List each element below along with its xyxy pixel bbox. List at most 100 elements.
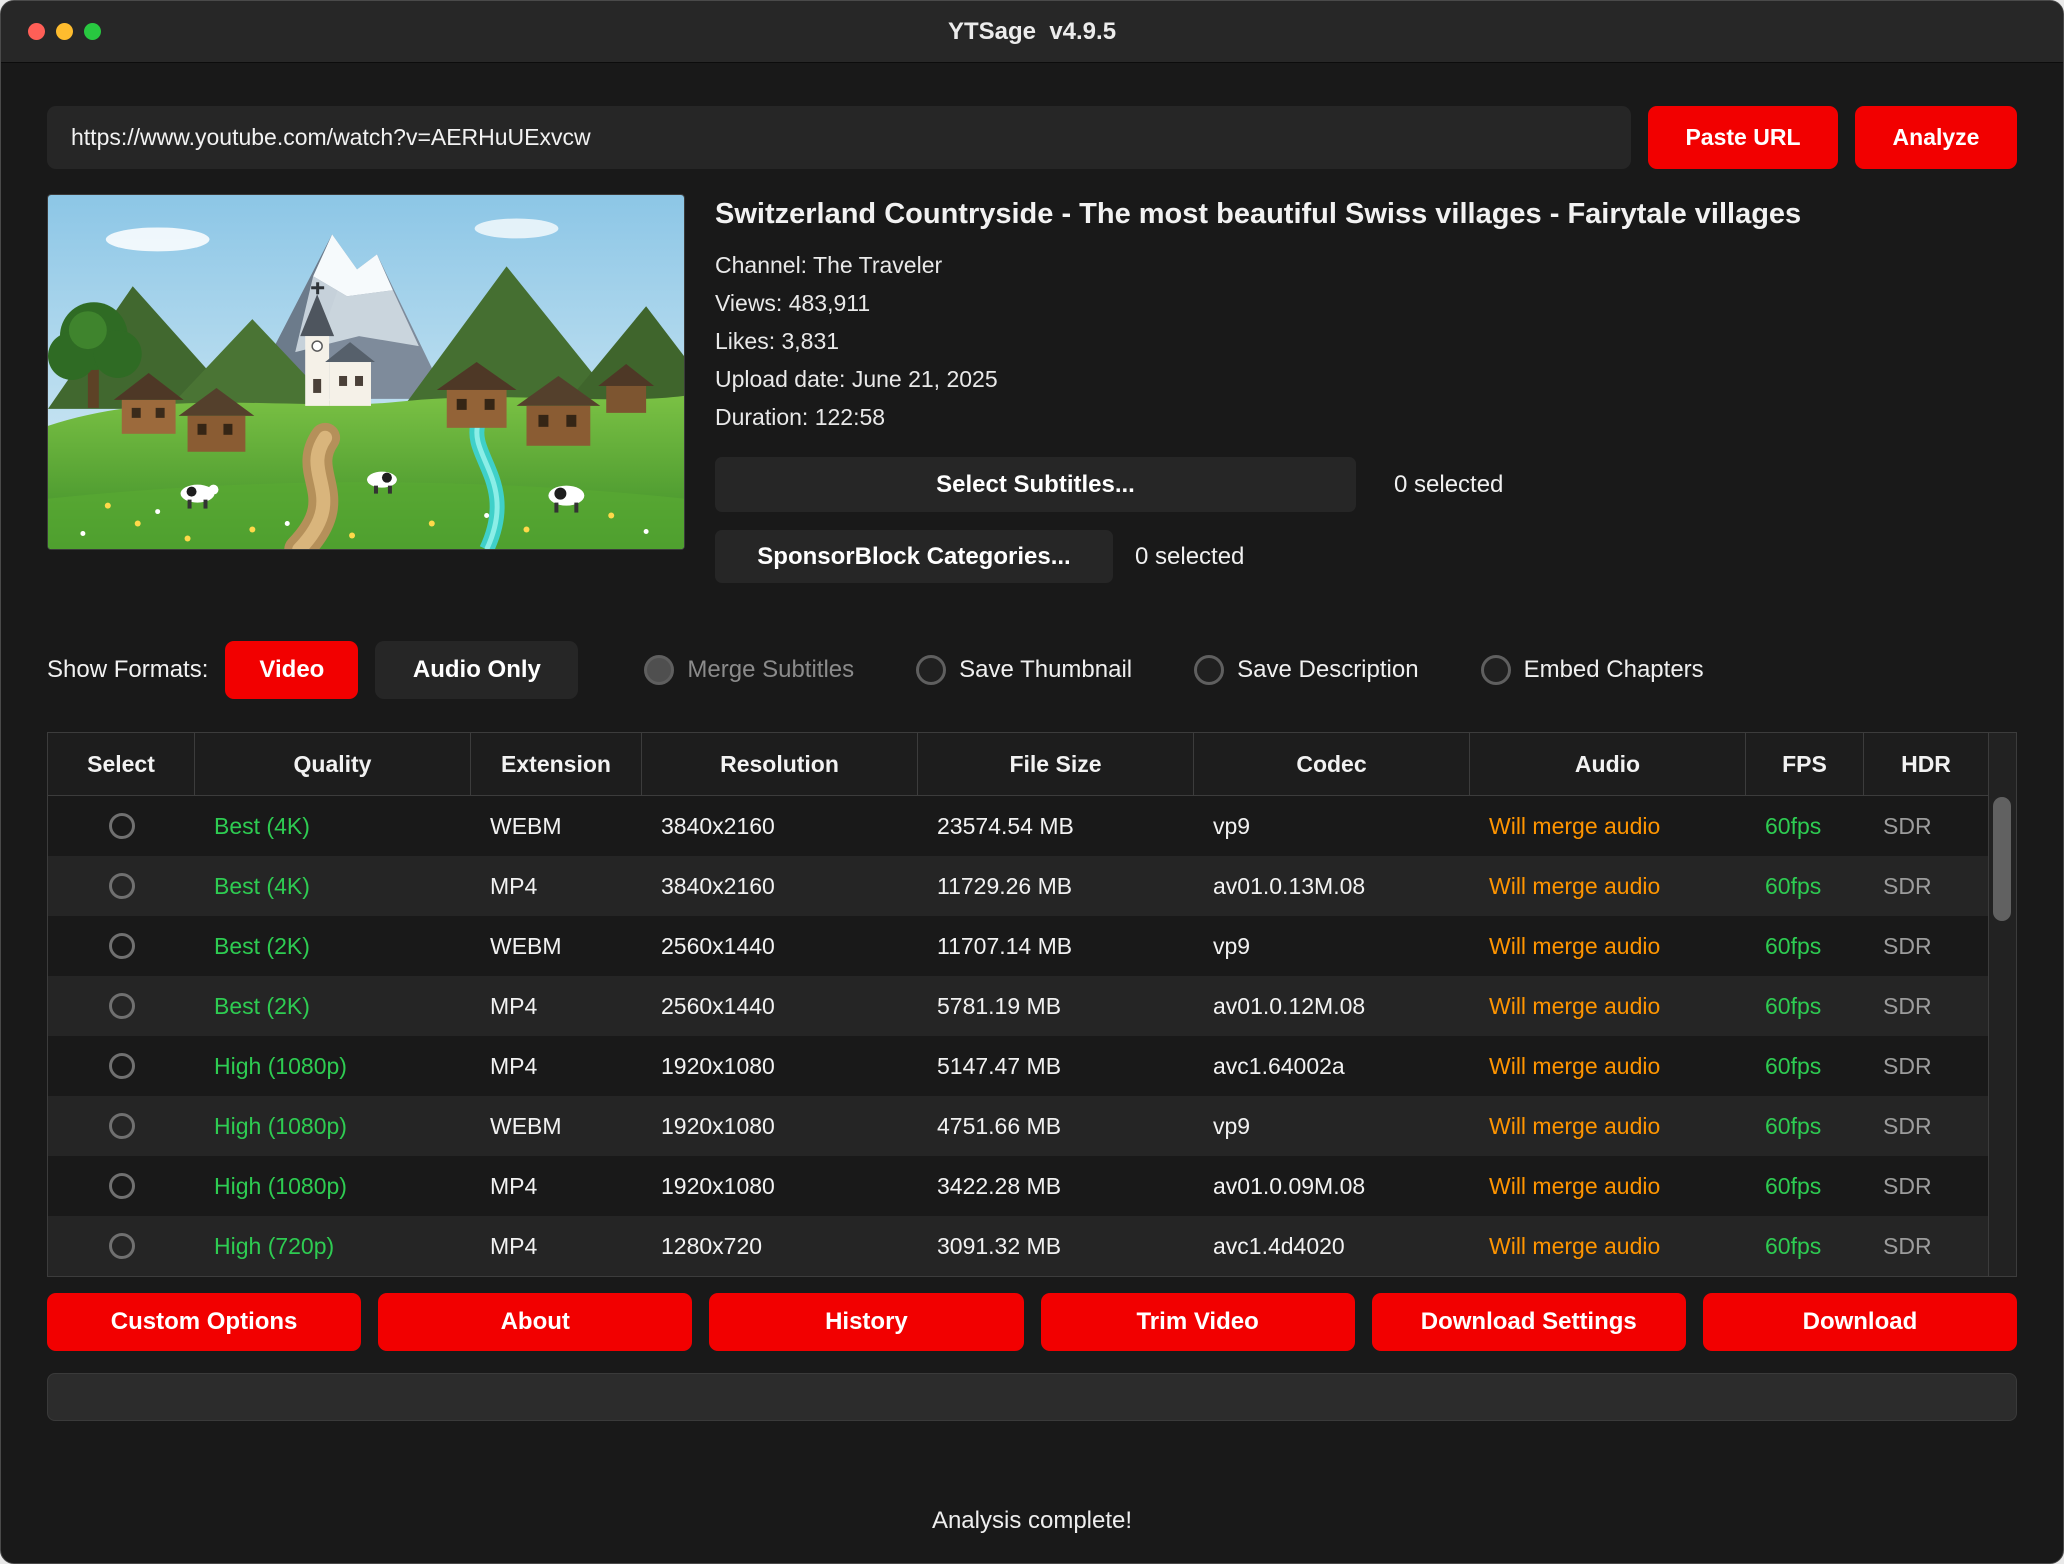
sponsorblock-categories-button[interactable]: SponsorBlock Categories... <box>715 530 1113 583</box>
title-bar: YTSage v4.9.5 <box>1 1 2063 63</box>
cell-hdr: SDR <box>1864 1173 1989 1200</box>
analyze-button[interactable]: Analyze <box>1855 106 2017 169</box>
row-select-checkbox[interactable] <box>109 1113 135 1139</box>
status-text: Analysis complete! <box>47 1507 2017 1535</box>
row-select-checkbox[interactable] <box>109 993 135 1019</box>
video-format-button[interactable]: Video <box>225 641 358 699</box>
formats-row: Show Formats: Video Audio Only Merge Sub… <box>47 641 2017 699</box>
table-row[interactable]: Best (4K) WEBM 3840x2160 23574.54 MB vp9… <box>48 796 1989 856</box>
embed-chapters-label: Embed Chapters <box>1524 656 1704 684</box>
cell-file-size: 3422.28 MB <box>918 1173 1194 1200</box>
table-scrollbar[interactable] <box>1988 733 2016 1276</box>
cell-file-size: 5781.19 MB <box>918 993 1194 1020</box>
cell-codec: vp9 <box>1194 933 1470 960</box>
media-row: Switzerland Countryside - The most beaut… <box>47 194 2017 583</box>
select-subtitles-button[interactable]: Select Subtitles... <box>715 457 1356 512</box>
cell-extension: MP4 <box>471 1053 642 1080</box>
cell-quality: Best (2K) <box>195 933 471 960</box>
row-select-checkbox[interactable] <box>109 813 135 839</box>
save-description-label: Save Description <box>1237 656 1418 684</box>
thumbnail-image <box>48 195 684 549</box>
traffic-lights <box>28 23 101 40</box>
cell-audio: Will merge audio <box>1470 1113 1746 1140</box>
save-thumbnail-checkbox-group: Save Thumbnail <box>916 655 1132 685</box>
cell-hdr: SDR <box>1864 993 1989 1020</box>
video-views: Views: 483,911 <box>715 284 2017 322</box>
table-row[interactable]: Best (2K) MP4 2560x1440 5781.19 MB av01.… <box>48 976 1989 1036</box>
table-row[interactable]: High (1080p) WEBM 1920x1080 4751.66 MB v… <box>48 1096 1989 1156</box>
video-likes: Likes: 3,831 <box>715 322 2017 360</box>
cell-file-size: 5147.47 MB <box>918 1053 1194 1080</box>
cell-quality: Best (4K) <box>195 813 471 840</box>
row-select-checkbox[interactable] <box>109 1053 135 1079</box>
cell-extension: MP4 <box>471 993 642 1020</box>
actions-row: Custom Options About History Trim Video … <box>47 1293 2017 1351</box>
cell-quality: Best (4K) <box>195 873 471 900</box>
embed-chapters-checkbox[interactable] <box>1481 655 1511 685</box>
sponsorblock-selected-count: 0 selected <box>1135 543 1244 571</box>
cell-codec: avc1.64002a <box>1194 1053 1470 1080</box>
cell-codec: vp9 <box>1194 813 1470 840</box>
url-input[interactable] <box>47 106 1631 169</box>
cell-extension: MP4 <box>471 873 642 900</box>
cell-extension: WEBM <box>471 813 642 840</box>
cell-extension: WEBM <box>471 933 642 960</box>
merge-subtitles-checkbox[interactable] <box>644 655 674 685</box>
save-description-checkbox-group: Save Description <box>1194 655 1418 685</box>
merge-subtitles-label: Merge Subtitles <box>687 656 854 684</box>
table-row[interactable]: High (720p) MP4 1280x720 3091.32 MB avc1… <box>48 1216 1989 1276</box>
cell-quality: High (1080p) <box>195 1113 471 1140</box>
url-row: Paste URL Analyze <box>47 106 2017 169</box>
header-quality: Quality <box>195 733 471 795</box>
cell-resolution: 2560x1440 <box>642 933 918 960</box>
cell-resolution: 3840x2160 <box>642 873 918 900</box>
history-button[interactable]: History <box>709 1293 1023 1351</box>
custom-options-button[interactable]: Custom Options <box>47 1293 361 1351</box>
scrollbar-thumb[interactable] <box>1993 797 2011 921</box>
progress-bar <box>47 1373 2017 1421</box>
header-audio: Audio <box>1470 733 1746 795</box>
cell-hdr: SDR <box>1864 873 1989 900</box>
save-description-checkbox[interactable] <box>1194 655 1224 685</box>
row-select-checkbox[interactable] <box>109 1233 135 1259</box>
cell-audio: Will merge audio <box>1470 1233 1746 1260</box>
about-button[interactable]: About <box>378 1293 692 1351</box>
cell-resolution: 1920x1080 <box>642 1173 918 1200</box>
cell-resolution: 1920x1080 <box>642 1053 918 1080</box>
cell-file-size: 23574.54 MB <box>918 813 1194 840</box>
video-upload-date: Upload date: June 21, 2025 <box>715 360 2017 398</box>
sponsorblock-row: SponsorBlock Categories... 0 selected <box>715 530 2017 583</box>
cell-quality: High (720p) <box>195 1233 471 1260</box>
cell-audio: Will merge audio <box>1470 813 1746 840</box>
table-row[interactable]: Best (4K) MP4 3840x2160 11729.26 MB av01… <box>48 856 1989 916</box>
row-select-checkbox[interactable] <box>109 1173 135 1199</box>
cell-fps: 60fps <box>1746 933 1864 960</box>
save-thumbnail-label: Save Thumbnail <box>959 656 1132 684</box>
cell-hdr: SDR <box>1864 1113 1989 1140</box>
cell-resolution: 1280x720 <box>642 1233 918 1260</box>
trim-video-button[interactable]: Trim Video <box>1041 1293 1355 1351</box>
download-button[interactable]: Download <box>1703 1293 2017 1351</box>
cell-fps: 60fps <box>1746 1173 1864 1200</box>
cell-audio: Will merge audio <box>1470 1053 1746 1080</box>
header-codec: Codec <box>1194 733 1470 795</box>
minimize-button[interactable] <box>56 23 73 40</box>
cell-resolution: 2560x1440 <box>642 993 918 1020</box>
table-row[interactable]: High (1080p) MP4 1920x1080 5147.47 MB av… <box>48 1036 1989 1096</box>
table-row[interactable]: Best (2K) WEBM 2560x1440 11707.14 MB vp9… <box>48 916 1989 976</box>
row-select-checkbox[interactable] <box>109 873 135 899</box>
row-select-checkbox[interactable] <box>109 933 135 959</box>
header-select: Select <box>48 733 195 795</box>
save-thumbnail-checkbox[interactable] <box>916 655 946 685</box>
header-file-size: File Size <box>918 733 1194 795</box>
paste-url-button[interactable]: Paste URL <box>1648 106 1838 169</box>
cell-audio: Will merge audio <box>1470 933 1746 960</box>
close-button[interactable] <box>28 23 45 40</box>
subtitles-selected-count: 0 selected <box>1394 471 1503 499</box>
fullscreen-button[interactable] <box>84 23 101 40</box>
download-settings-button[interactable]: Download Settings <box>1372 1293 1686 1351</box>
cell-file-size: 11729.26 MB <box>918 873 1194 900</box>
audio-only-format-button[interactable]: Audio Only <box>375 641 578 699</box>
table-row[interactable]: High (1080p) MP4 1920x1080 3422.28 MB av… <box>48 1156 1989 1216</box>
video-duration: Duration: 122:58 <box>715 398 2017 436</box>
